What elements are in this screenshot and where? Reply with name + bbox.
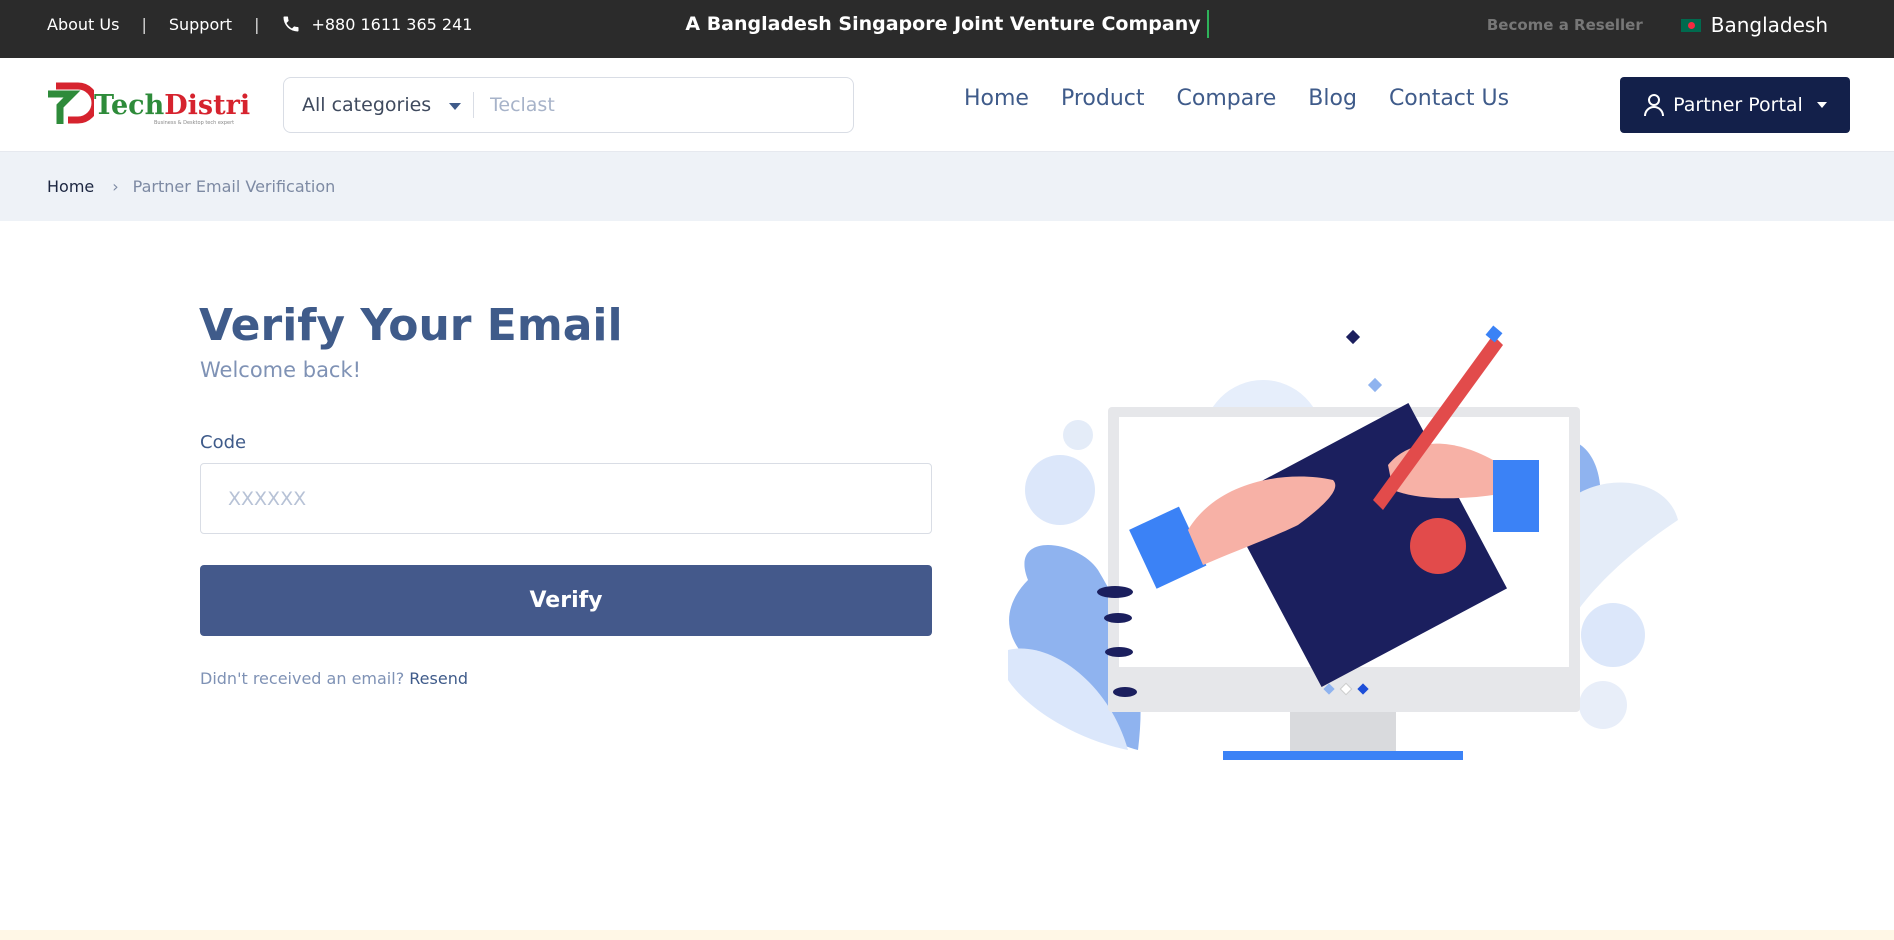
become-reseller-link[interactable]: Become a Reseller: [1487, 16, 1643, 34]
user-icon: [1644, 94, 1665, 117]
logo-tech: Tech: [94, 89, 165, 121]
category-label: All categories: [302, 94, 432, 116]
logo-distri: Distri: [164, 89, 251, 121]
bangladesh-flag-icon: [1680, 18, 1701, 32]
verify-button[interactable]: Verify: [200, 565, 932, 636]
search-bar: All categories: [283, 77, 854, 133]
country-name: Bangladesh: [1710, 13, 1828, 37]
logo-wordmark: TechDistri: [94, 90, 250, 121]
breadcrumb-current: Partner Email Verification: [132, 177, 336, 196]
resend-prompt: Didn't received an email?: [200, 669, 405, 688]
footer-strip: [0, 930, 1894, 940]
breadcrumb: Home › Partner Email Verification: [0, 152, 1894, 221]
category-dropdown[interactable]: All categories: [284, 78, 473, 132]
site-logo[interactable]: TechDistri Business & Desktop tech exper…: [46, 80, 250, 130]
email-verification-illustration: [1008, 325, 1678, 760]
chevron-down-icon: [1816, 102, 1827, 108]
breadcrumb-home[interactable]: Home: [47, 177, 94, 196]
nav-product[interactable]: Product: [1061, 86, 1145, 111]
page-title: Verify Your Email: [199, 300, 623, 351]
nav-home[interactable]: Home: [964, 86, 1029, 111]
resend-line: Didn't received an email? Resend: [200, 669, 468, 688]
nav-blog[interactable]: Blog: [1308, 86, 1357, 111]
typing-cursor: [1206, 10, 1209, 38]
nav-compare[interactable]: Compare: [1177, 86, 1277, 111]
top-bar-right: Become a Reseller Bangladesh: [1487, 0, 1828, 50]
nav-contact-us[interactable]: Contact Us: [1389, 86, 1509, 111]
tagline: A Bangladesh Singapore Joint Venture Com…: [685, 13, 1201, 35]
page-subtitle: Welcome back!: [200, 358, 362, 382]
code-input[interactable]: [200, 463, 932, 534]
top-bar: About Us | Support | +880 1611 365 241 A…: [0, 0, 1894, 58]
techdistri-logo-icon: [48, 82, 94, 124]
main-nav: Home Product Compare Blog Contact Us: [964, 86, 1509, 111]
main-header: TechDistri Business & Desktop tech exper…: [0, 58, 1894, 152]
logo-tagline: Business & Desktop tech expert: [154, 120, 235, 126]
search-input[interactable]: [474, 78, 853, 132]
country-selector[interactable]: Bangladesh: [1680, 13, 1828, 37]
resend-link[interactable]: Resend: [409, 669, 468, 688]
code-label: Code: [200, 432, 247, 453]
partner-portal-button[interactable]: Partner Portal: [1620, 77, 1850, 133]
chevron-right-icon: ›: [112, 177, 119, 196]
chevron-down-icon: [449, 103, 461, 110]
partner-portal-label: Partner Portal: [1673, 94, 1803, 116]
